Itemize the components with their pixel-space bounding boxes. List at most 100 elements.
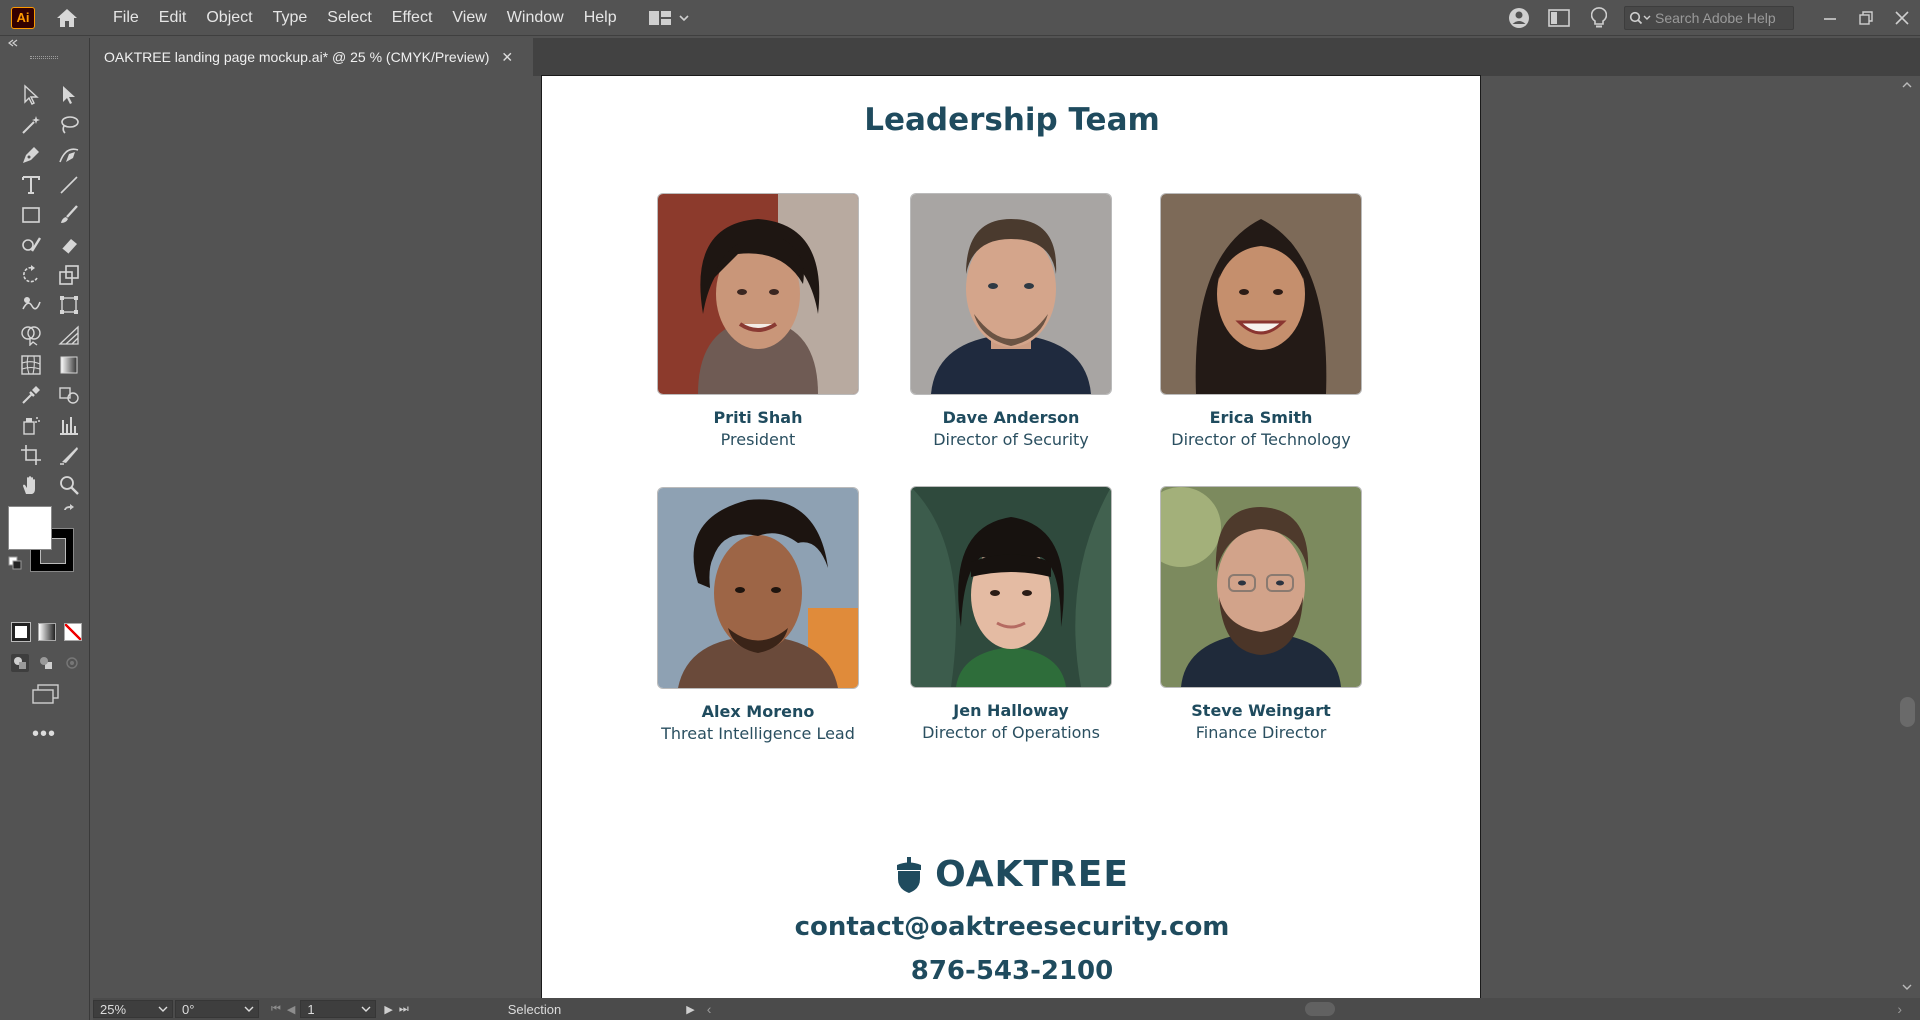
menu-file[interactable]: File [103,0,149,36]
previous-artboard-icon[interactable]: ◀ [287,1003,295,1016]
status-bar: 25% 0° ⏮ ◀ 1 ▶ ⏭ Selection ▶ ‹ › [93,998,1920,1020]
menu-type[interactable]: Type [263,0,318,36]
chevron-down-icon [244,1006,254,1012]
mesh-tool-icon[interactable] [12,350,50,380]
slice-tool-icon[interactable] [50,440,88,470]
curvature-tool-icon[interactable] [50,140,88,170]
menu-effect[interactable]: Effect [382,0,443,36]
member-role: Director of Operations [922,723,1100,742]
magic-wand-tool-icon[interactable] [12,110,50,140]
team-member-card[interactable]: Jen Halloway Director of Operations [906,486,1116,742]
scroll-left-icon[interactable]: ‹ [707,1001,712,1017]
user-account-icon[interactable] [1504,3,1534,33]
panel-toggle-icon[interactable] [1544,3,1574,33]
team-member-card[interactable]: Alex Moreno Threat Intelligence Lead [653,487,863,743]
page-heading: Leadership Team [864,102,1160,138]
minimize-icon[interactable] [1812,0,1848,36]
vertical-scrollbar[interactable] [1895,76,1920,998]
menu-window[interactable]: Window [497,0,574,36]
menu-view[interactable]: View [442,0,496,36]
contact-email: contact@oaktreesecurity.com [794,912,1230,942]
team-member-card[interactable]: Erica Smith Director of Technology [1156,193,1366,449]
selection-tool-icon[interactable] [12,80,50,110]
team-member-card[interactable]: Dave Anderson Director of Security [906,193,1116,449]
edit-toolbar-icon[interactable]: ••• [32,723,56,746]
horizontal-scroll-thumb[interactable] [1305,1002,1335,1016]
member-name: Steve Weingart [1191,701,1331,720]
column-graph-tool-icon[interactable] [50,410,88,440]
vertical-scroll-thumb[interactable] [1900,697,1915,727]
draw-behind-icon[interactable] [36,653,56,673]
fill-swatch[interactable] [8,506,52,550]
scroll-up-icon[interactable] [1902,78,1912,92]
collapse-panel-icon[interactable] [8,38,18,50]
artboard[interactable]: Leadership Team Priti Shah President Dav… [541,75,1481,1001]
symbol-sprayer-tool-icon[interactable] [12,410,50,440]
status-menu-icon[interactable]: ▶ [686,1003,694,1016]
shaper-tool-icon[interactable] [12,230,50,260]
portrait-photo [657,193,859,395]
menu-edit[interactable]: Edit [149,0,197,36]
last-artboard-icon[interactable]: ⏭ [399,1003,409,1016]
line-tool-icon[interactable] [50,170,88,200]
zoom-tool-icon[interactable] [50,470,88,500]
close-tab-icon[interactable]: ✕ [501,49,513,66]
artboard-tool-icon[interactable] [12,440,50,470]
menu-help[interactable]: Help [574,0,627,36]
screen-mode-icon[interactable] [31,683,61,707]
scroll-down-icon[interactable] [1902,980,1912,994]
gradient-tool-icon[interactable] [50,350,88,380]
first-artboard-icon[interactable]: ⏮ [271,1003,281,1016]
none-mode-icon[interactable] [64,623,82,641]
member-name: Alex Moreno [701,702,815,721]
swap-fill-stroke-icon[interactable] [62,504,76,522]
draw-inside-icon[interactable] [62,653,82,673]
shape-builder-tool-icon[interactable] [12,320,50,350]
blend-tool-icon[interactable] [50,380,88,410]
paintbrush-tool-icon[interactable] [50,200,88,230]
illustrator-logo: Ai [11,6,35,29]
draw-normal-icon[interactable] [10,653,30,673]
scale-tool-icon[interactable] [50,260,88,290]
warp-tool-icon[interactable] [12,290,50,320]
default-colors-icon[interactable] [8,556,22,570]
restore-icon[interactable] [1848,0,1884,36]
menu-bar: Ai File Edit Object Type Select Effect V… [0,0,1920,36]
document-tab[interactable]: OAKTREE landing page mockup.ai* @ 25 % (… [93,38,533,76]
eraser-tool-icon[interactable] [50,230,88,260]
rotate-tool-icon[interactable] [12,260,50,290]
rotation-select[interactable]: 0° [175,1000,259,1018]
canvas-area[interactable]: Leadership Team Priti Shah President Dav… [91,75,1895,1001]
team-member-card[interactable]: Priti Shah President [653,193,863,449]
zoom-select[interactable]: 25% [93,1000,173,1018]
contact-phone: 876-543-2100 [910,956,1114,986]
color-mode-icon[interactable] [11,622,31,642]
type-tool-icon[interactable] [12,170,50,200]
free-transform-tool-icon[interactable] [50,290,88,320]
rotation-value: 0° [182,1001,195,1017]
close-window-icon[interactable] [1884,0,1920,36]
pen-tool-icon[interactable] [12,140,50,170]
menu-select[interactable]: Select [317,0,381,36]
chevron-down-icon [679,14,689,21]
team-member-card[interactable]: Steve Weingart Finance Director [1156,486,1366,742]
artboard-number-select[interactable]: 1 [300,1000,377,1018]
arrange-documents-button[interactable] [648,10,689,26]
member-role: Threat Intelligence Lead [661,724,855,743]
menu-object[interactable]: Object [196,0,262,36]
next-artboard-icon[interactable]: ▶ [384,1003,392,1016]
hand-tool-icon[interactable] [12,470,50,500]
lasso-tool-icon[interactable] [50,110,88,140]
home-icon[interactable] [53,4,81,32]
panel-grip[interactable] [30,56,58,59]
rectangle-tool-icon[interactable] [12,200,50,230]
scroll-right-icon[interactable]: › [1897,1001,1902,1017]
eyedropper-tool-icon[interactable] [12,380,50,410]
direct-selection-tool-icon[interactable] [50,80,88,110]
lightbulb-icon[interactable] [1584,3,1614,33]
acorn-icon [897,856,922,893]
gradient-mode-icon[interactable] [38,623,56,641]
member-name: Jen Halloway [953,701,1069,720]
search-adobe-help-input[interactable]: Search Adobe Help [1624,6,1794,30]
perspective-grid-tool-icon[interactable] [50,320,88,350]
